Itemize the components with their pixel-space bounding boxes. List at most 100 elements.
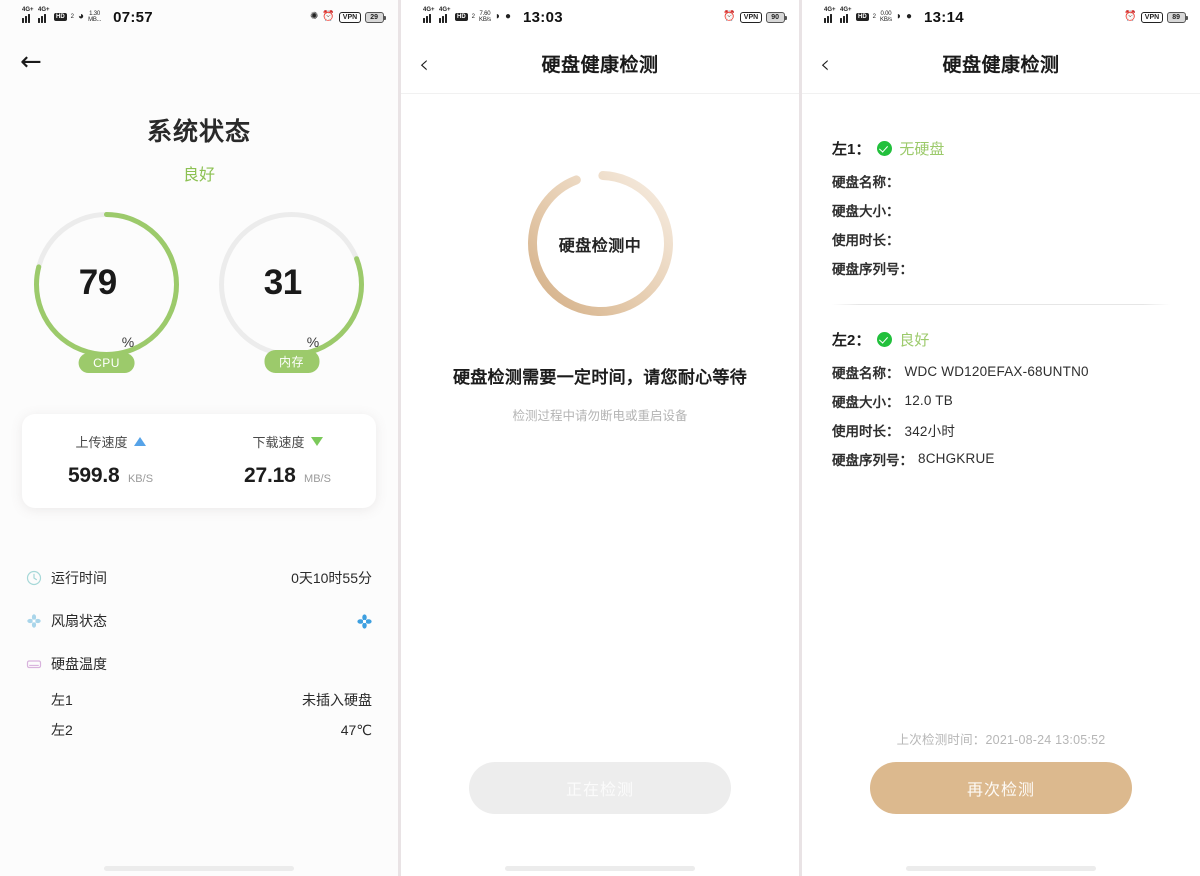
panel-disk-scan-running: 4G+ 4G+ HD 2 7.60 KB/s ◗ ● 13:03 ⏰ VPN 9…: [401, 0, 799, 876]
gauge-cpu-value: 79 %: [29, 207, 184, 362]
disk-row: 硬盘序列号：: [832, 253, 1170, 282]
scan-spinner-label: 硬盘检测中: [558, 237, 642, 255]
check-circle-icon: [877, 332, 893, 347]
network-rate: 0.00 KB/s: [880, 10, 892, 23]
system-health-label: 良好: [182, 167, 215, 184]
status-bar: 4G+ 4G+ HD 2 7.60 KB/s ◗ ● 13:03 ⏰ VPN 9…: [401, 0, 799, 34]
status-bar-clock: 13:14: [923, 8, 964, 26]
disk-field-value: 12.0 TB: [904, 393, 953, 408]
download-speed-block: 下载速度 27.18 MB/S: [199, 432, 376, 488]
info-value-uptime: 0天10时55分: [291, 569, 372, 586]
disk-row: 使用时长：: [832, 224, 1170, 253]
gauge-cpu: 79 % CPU: [29, 207, 184, 373]
back-arrow-icon[interactable]: ‹: [419, 51, 429, 76]
status-bar-left: 4G+ 4G+ HD 2 7.60 KB/s ◗ ● 13:03: [423, 7, 563, 26]
panel-system-status: 4G+ 4G+ HD 2 ◕ 1.30 MB... 07:57 ✺ ⏰ VPN …: [0, 0, 398, 876]
disk-field-value: 342小时: [904, 423, 956, 439]
disk-field-value: WDC WD120EFAX-68UNTN0: [904, 364, 1089, 379]
gauge-group: 79 % CPU 31 % 内存: [0, 207, 398, 373]
hard-disk-icon: [26, 656, 42, 672]
back-arrow-icon[interactable]: ‹: [820, 51, 830, 76]
status-bar-right: ⏰ VPN 90: [723, 11, 787, 23]
gauge-cpu-chip: CPU: [78, 353, 135, 373]
hd-sub-index: 2: [471, 14, 476, 20]
hd-sub-index: 2: [872, 14, 877, 20]
alarm-icon: ⏰: [723, 11, 736, 22]
battery-icon: 90: [766, 11, 787, 23]
download-speed-label: 下载速度: [252, 435, 305, 450]
battery-icon: 29: [365, 11, 386, 23]
fan-icon: [26, 613, 42, 629]
hd-sub-index: 2: [70, 14, 75, 20]
three-panel-screenshot: 4G+ 4G+ HD 2 ◕ 1.30 MB... 07:57 ✺ ⏰ VPN …: [0, 0, 1200, 876]
gauge-cpu-number: 79: [78, 262, 117, 302]
disk-field-key: 使用时长：: [832, 423, 900, 439]
signal-icon-2: 4G+: [840, 7, 852, 23]
signal-icon-1: 4G+: [423, 7, 435, 23]
scanning-button[interactable]: 正在检测: [469, 762, 731, 814]
disk-bay1-header: 左1： 无硬盘: [832, 138, 1170, 159]
check-circle-icon: [877, 141, 893, 156]
back-arrow-icon[interactable]: ←: [20, 49, 42, 75]
panel-disk-scan-result: 4G+ 4G+ HD 2 0.00 KB/s ◗ ● 13:14 ⏰ VPN 8…: [802, 0, 1200, 876]
vpn-icon: VPN: [338, 11, 362, 23]
status-bar: 4G+ 4G+ HD 2 ◕ 1.30 MB... 07:57 ✺ ⏰ VPN …: [0, 0, 398, 34]
status-bar-left: 4G+ 4G+ HD 2 0.00 KB/s ◗ ● 13:14: [824, 7, 964, 26]
info-value-bay2: 47℃: [340, 721, 372, 738]
hotspot-icon: ◗: [494, 11, 501, 22]
home-indicator: [104, 866, 294, 871]
wechat-icon: ●: [504, 11, 511, 22]
disk-field-key: 硬盘大小：: [832, 394, 900, 410]
disk-field-key: 硬盘序列号：: [832, 452, 913, 468]
wechat-icon: ●: [905, 11, 912, 22]
signal-icon-1: 4G+: [824, 7, 836, 23]
network-speed-card: 上传速度 599.8 KB/S 下载速度 27.18 MB/S: [22, 414, 376, 508]
signal-icon-2: 4G+: [439, 7, 451, 23]
disk-row: 硬盘大小： 12.0 TB: [832, 386, 1170, 415]
arrow-down-icon: [310, 437, 323, 446]
wifi-icon: ◕: [78, 11, 85, 22]
network-rate: 1.30 MB...: [88, 10, 102, 23]
gauge-memory-chip: 内存: [263, 350, 320, 373]
hotspot-icon: ◗: [895, 11, 902, 22]
status-bar: 4G+ 4G+ HD 2 0.00 KB/s ◗ ● 13:14 ⏰ VPN 8…: [802, 0, 1200, 34]
disk-row: 硬盘名称：: [832, 166, 1170, 195]
home-indicator: [906, 866, 1096, 871]
gauge-memory-number: 31: [263, 262, 302, 302]
upload-speed-unit: KB/S: [127, 473, 154, 485]
hd-voice-icon: HD: [54, 13, 67, 21]
alarm-icon: ⏰: [322, 11, 335, 22]
arrow-up-icon: [133, 437, 146, 446]
info-label-fan: 风扇状态: [51, 612, 107, 629]
upload-speed-block: 上传速度 599.8 KB/S: [22, 432, 199, 488]
gauge-memory: 31 % 内存: [214, 207, 369, 373]
scan-secondary-message: 检测过程中请勿断电或重启设备: [512, 409, 688, 423]
info-label-uptime: 运行时间: [51, 569, 107, 586]
status-bar-clock: 13:03: [522, 8, 563, 26]
download-speed-value: 27.18: [244, 464, 296, 487]
page-title: 系统状态: [146, 118, 251, 146]
disk-row: 硬盘序列号： 8CHGKRUE: [832, 444, 1170, 473]
download-speed-label-wrap: 下载速度: [252, 432, 323, 451]
rescan-button-wrap: 再次检测: [802, 762, 1200, 814]
alarm-icon: ⏰: [1124, 11, 1137, 22]
info-label-disk-temp: 硬盘温度: [51, 655, 107, 672]
disk-row: 使用时长： 342小时: [832, 415, 1170, 444]
info-row-fan-left: 风扇状态: [26, 611, 107, 631]
info-row-uptime-left: 运行时间: [26, 568, 107, 588]
last-scan-time: 上次检测时间：2021-08-24 13:05:52: [896, 733, 1106, 747]
gauge-cpu-unit: %: [121, 334, 135, 350]
disk-bay1-status: 无硬盘: [899, 141, 945, 158]
vpn-icon: VPN: [739, 11, 763, 23]
disk-row: 硬盘大小：: [832, 195, 1170, 224]
disk-field-key: 使用时长：: [832, 232, 900, 248]
info-value-bay1: 未插入硬盘: [302, 692, 372, 708]
info-row-fan: 风扇状态: [26, 599, 372, 642]
disk-field-key: 硬盘大小：: [832, 203, 900, 219]
disk-field-key: 硬盘序列号：: [832, 261, 913, 277]
disk-field-key: 硬盘名称：: [832, 174, 900, 190]
scan-spinner-wrap: 硬盘检测中: [401, 166, 799, 321]
rescan-button[interactable]: 再次检测: [870, 762, 1132, 814]
signal-icon-1: 4G+: [22, 7, 34, 23]
download-speed-value-wrap: 27.18 MB/S: [199, 464, 376, 488]
